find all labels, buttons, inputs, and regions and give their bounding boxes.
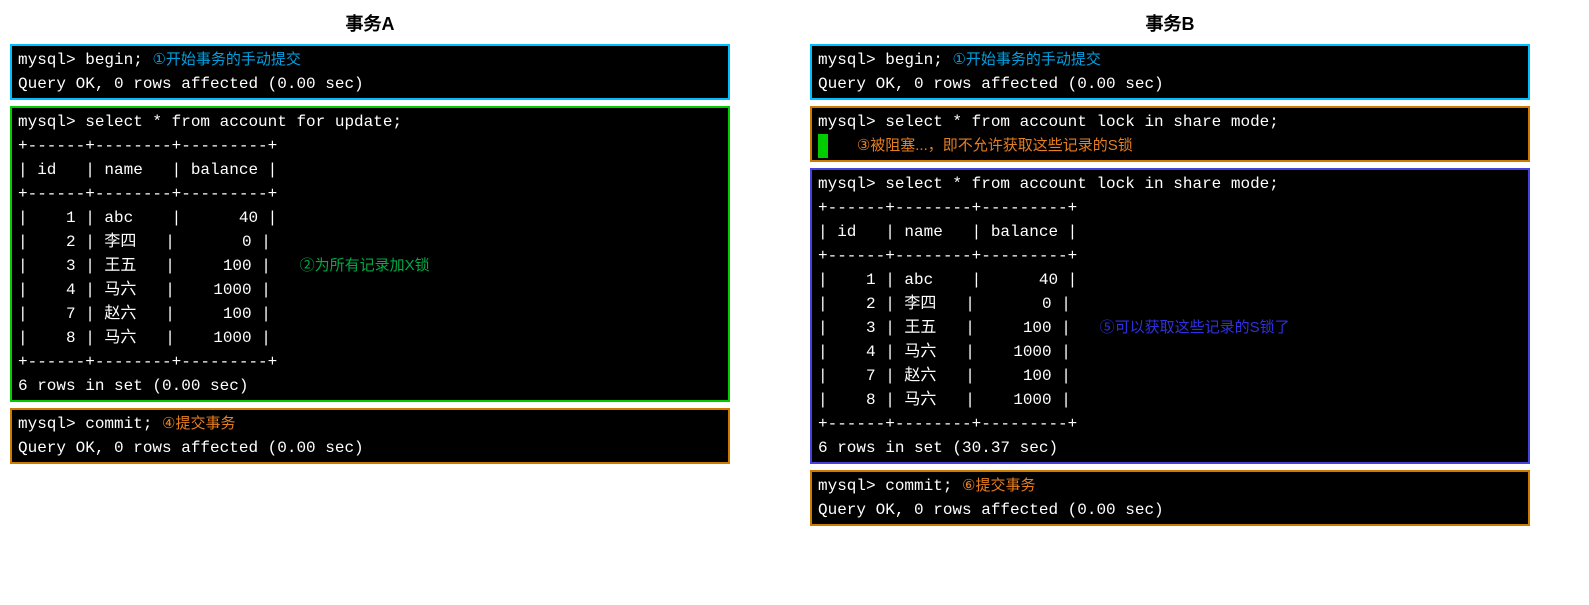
b-begin-annotation: ①开始事务的手动提交 [952, 51, 1100, 68]
b-select-success-block: mysql> select * from account lock in sha… [810, 168, 1530, 464]
a-table-sep-mid: +------+--------+---------+ [18, 185, 277, 203]
a-begin-annotation: ①开始事务的手动提交 [152, 51, 300, 68]
table-row: | 2 | 李四 | 0 | [18, 233, 271, 251]
b-select2-result: 6 rows in set (30.37 sec) [818, 439, 1058, 457]
column-b-title: 事务B [810, 10, 1530, 36]
b-select1-annotation: ③被阻塞...，即不允许获取这些记录的S锁 [857, 137, 1133, 154]
a-begin-result: Query OK, 0 rows affected (0.00 sec) [18, 75, 364, 93]
table-row: | 8 | 马六 | 1000 | [818, 391, 1071, 409]
b-commit-result: Query OK, 0 rows affected (0.00 sec) [818, 501, 1164, 519]
a-begin-prompt: mysql> begin; [18, 51, 143, 69]
a-table-sep-bot: +------+--------+---------+ [18, 353, 277, 371]
b-select1-cmd: mysql> select * from account lock in sha… [818, 113, 1279, 131]
b-commit-prompt: mysql> commit; [818, 477, 952, 495]
column-a-title: 事务A [10, 10, 730, 36]
a-commit-annotation: ④提交事务 [162, 415, 235, 432]
table-row: | 7 | 赵六 | 100 | [18, 305, 271, 323]
a-select-result: 6 rows in set (0.00 sec) [18, 377, 248, 395]
a-commit-prompt: mysql> commit; [18, 415, 152, 433]
table-row: | 4 | 马六 | 1000 | [18, 281, 271, 299]
b-commit-block: mysql> commit; ⑥提交事务 Query OK, 0 rows af… [810, 470, 1530, 526]
a-table-sep-top: +------+--------+---------+ [18, 137, 277, 155]
a-select-annotation: ②为所有记录加X锁 [300, 257, 430, 274]
b-table-sep-bot: +------+--------+---------+ [818, 415, 1077, 433]
a-select-cmd: mysql> select * from account for update; [18, 113, 402, 131]
table-row: | 8 | 马六 | 1000 | [18, 329, 271, 347]
a-table-header: | id | name | balance | [18, 161, 277, 179]
b-commit-annotation: ⑥提交事务 [962, 477, 1035, 494]
b-table-header: | id | name | balance | [818, 223, 1077, 241]
b-begin-prompt: mysql> begin; [818, 51, 943, 69]
table-row: | 7 | 赵六 | 100 | [818, 367, 1071, 385]
table-row: | 1 | abc | 40 | [818, 271, 1077, 289]
b-begin-block: mysql> begin; ①开始事务的手动提交 Query OK, 0 row… [810, 44, 1530, 100]
a-commit-block: mysql> commit; ④提交事务 Query OK, 0 rows af… [10, 408, 730, 464]
b-select-blocked-block: mysql> select * from account lock in sha… [810, 106, 1530, 162]
b-select2-cmd: mysql> select * from account lock in sha… [818, 175, 1279, 193]
b-table-sep-mid: +------+--------+---------+ [818, 247, 1077, 265]
a-begin-block: mysql> begin; ①开始事务的手动提交 Query OK, 0 row… [10, 44, 730, 100]
a-commit-result: Query OK, 0 rows affected (0.00 sec) [18, 439, 364, 457]
b-begin-result: Query OK, 0 rows affected (0.00 sec) [818, 75, 1164, 93]
a-select-block: mysql> select * from account for update;… [10, 106, 730, 402]
cursor-icon [818, 134, 828, 158]
b-select2-annotation: ⑤可以获取这些记录的S锁了 [1100, 319, 1290, 336]
b-table-sep-top: +------+--------+---------+ [818, 199, 1077, 217]
table-row: | 3 | 王五 | 100 | [18, 257, 271, 275]
transaction-b-column: 事务B mysql> begin; ①开始事务的手动提交 Query OK, 0… [810, 10, 1530, 532]
table-row: | 1 | abc | 40 | [18, 209, 277, 227]
table-row: | 4 | 马六 | 1000 | [818, 343, 1071, 361]
table-row: | 3 | 王五 | 100 | [818, 319, 1071, 337]
table-row: | 2 | 李四 | 0 | [818, 295, 1071, 313]
transaction-a-column: 事务A mysql> begin; ①开始事务的手动提交 Query OK, 0… [10, 10, 730, 532]
